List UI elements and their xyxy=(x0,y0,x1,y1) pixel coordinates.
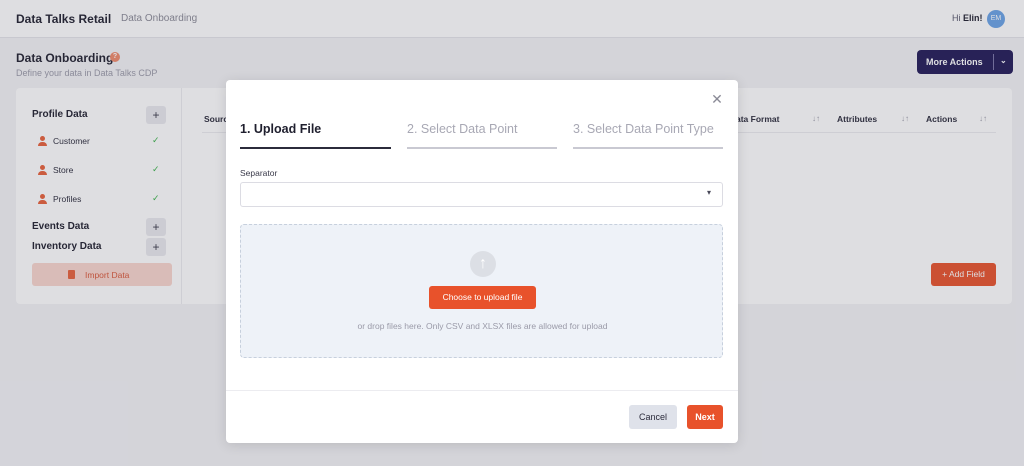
next-button[interactable]: Next xyxy=(687,405,723,429)
dropzone-hint: or drop files here. Only CSV and XLSX fi… xyxy=(357,321,608,331)
separator-label: Separator xyxy=(240,168,278,178)
step-select-data-point[interactable]: 2. Select Data Point xyxy=(407,122,517,136)
chevron-down-icon: ▾ xyxy=(707,188,712,197)
separator-select[interactable]: ▾ xyxy=(240,182,723,207)
step-indicator-active xyxy=(240,147,391,149)
modal-footer-divider xyxy=(226,390,738,391)
step-indicator xyxy=(573,147,723,149)
step-upload-file[interactable]: 1. Upload File xyxy=(240,122,321,136)
close-icon[interactable]: ✕ xyxy=(710,92,724,106)
step-indicator xyxy=(407,147,557,149)
step-select-data-point-type[interactable]: 3. Select Data Point Type xyxy=(573,122,714,136)
cancel-button[interactable]: Cancel xyxy=(629,405,677,429)
choose-file-button[interactable]: Choose to upload file xyxy=(429,286,536,309)
upload-modal: ✕ 1. Upload File 2. Select Data Point 3.… xyxy=(226,80,738,443)
upload-arrow-icon: ↑ xyxy=(470,251,496,277)
file-dropzone[interactable]: ↑ Choose to upload file or drop files he… xyxy=(240,224,723,358)
